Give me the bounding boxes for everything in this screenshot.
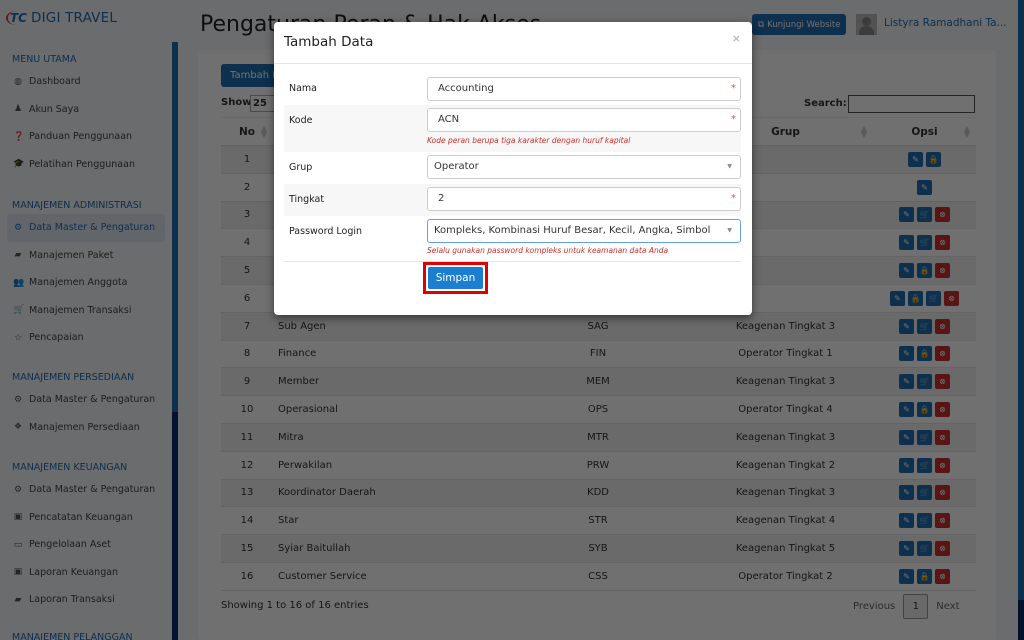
save-button[interactable]: Simpan: [428, 267, 483, 289]
modal-footer-divider: [284, 261, 741, 262]
tingkat-input[interactable]: 2 *: [427, 187, 741, 211]
password-select[interactable]: Kompleks, Kombinasi Huruf Besar, Kecil, …: [427, 219, 741, 243]
dropdown-caret-icon: ▼: [727, 163, 732, 170]
field-row-kode: Kode ACN * Kode peran berupa tiga karakt…: [284, 105, 741, 152]
grup-select[interactable]: Operator ▼: [427, 155, 741, 179]
field-row-password: Password Login Kompleks, Kombinasi Huruf…: [284, 216, 741, 260]
nama-input[interactable]: Accounting *: [427, 77, 741, 101]
close-icon[interactable]: ×: [732, 32, 741, 45]
password-hint: Selalu gunakan password kompleks untuk k…: [427, 246, 669, 255]
nama-label: Nama: [289, 83, 318, 94]
required-indicator: *: [731, 193, 736, 204]
grup-label: Grup: [289, 162, 313, 173]
field-row-tingkat: Tingkat 2 *: [284, 184, 741, 216]
kode-hint: Kode peran berupa tiga karakter dengan h…: [427, 136, 631, 145]
kode-input[interactable]: ACN *: [427, 108, 741, 132]
modal-divider: [274, 63, 752, 64]
required-indicator: *: [731, 83, 736, 94]
field-row-grup: Grup Operator ▼: [284, 152, 741, 184]
modal-title: Tambah Data: [284, 34, 374, 50]
field-row-nama: Nama Accounting *: [284, 73, 741, 105]
save-button-highlight: Simpan: [423, 262, 488, 294]
tingkat-label: Tingkat: [289, 194, 325, 205]
dropdown-caret-icon: ▼: [727, 227, 732, 234]
add-data-modal: Tambah Data × Nama Accounting * Kode ACN…: [274, 22, 752, 315]
kode-label: Kode: [289, 115, 313, 126]
required-indicator: *: [731, 114, 736, 125]
password-label: Password Login: [289, 226, 363, 237]
